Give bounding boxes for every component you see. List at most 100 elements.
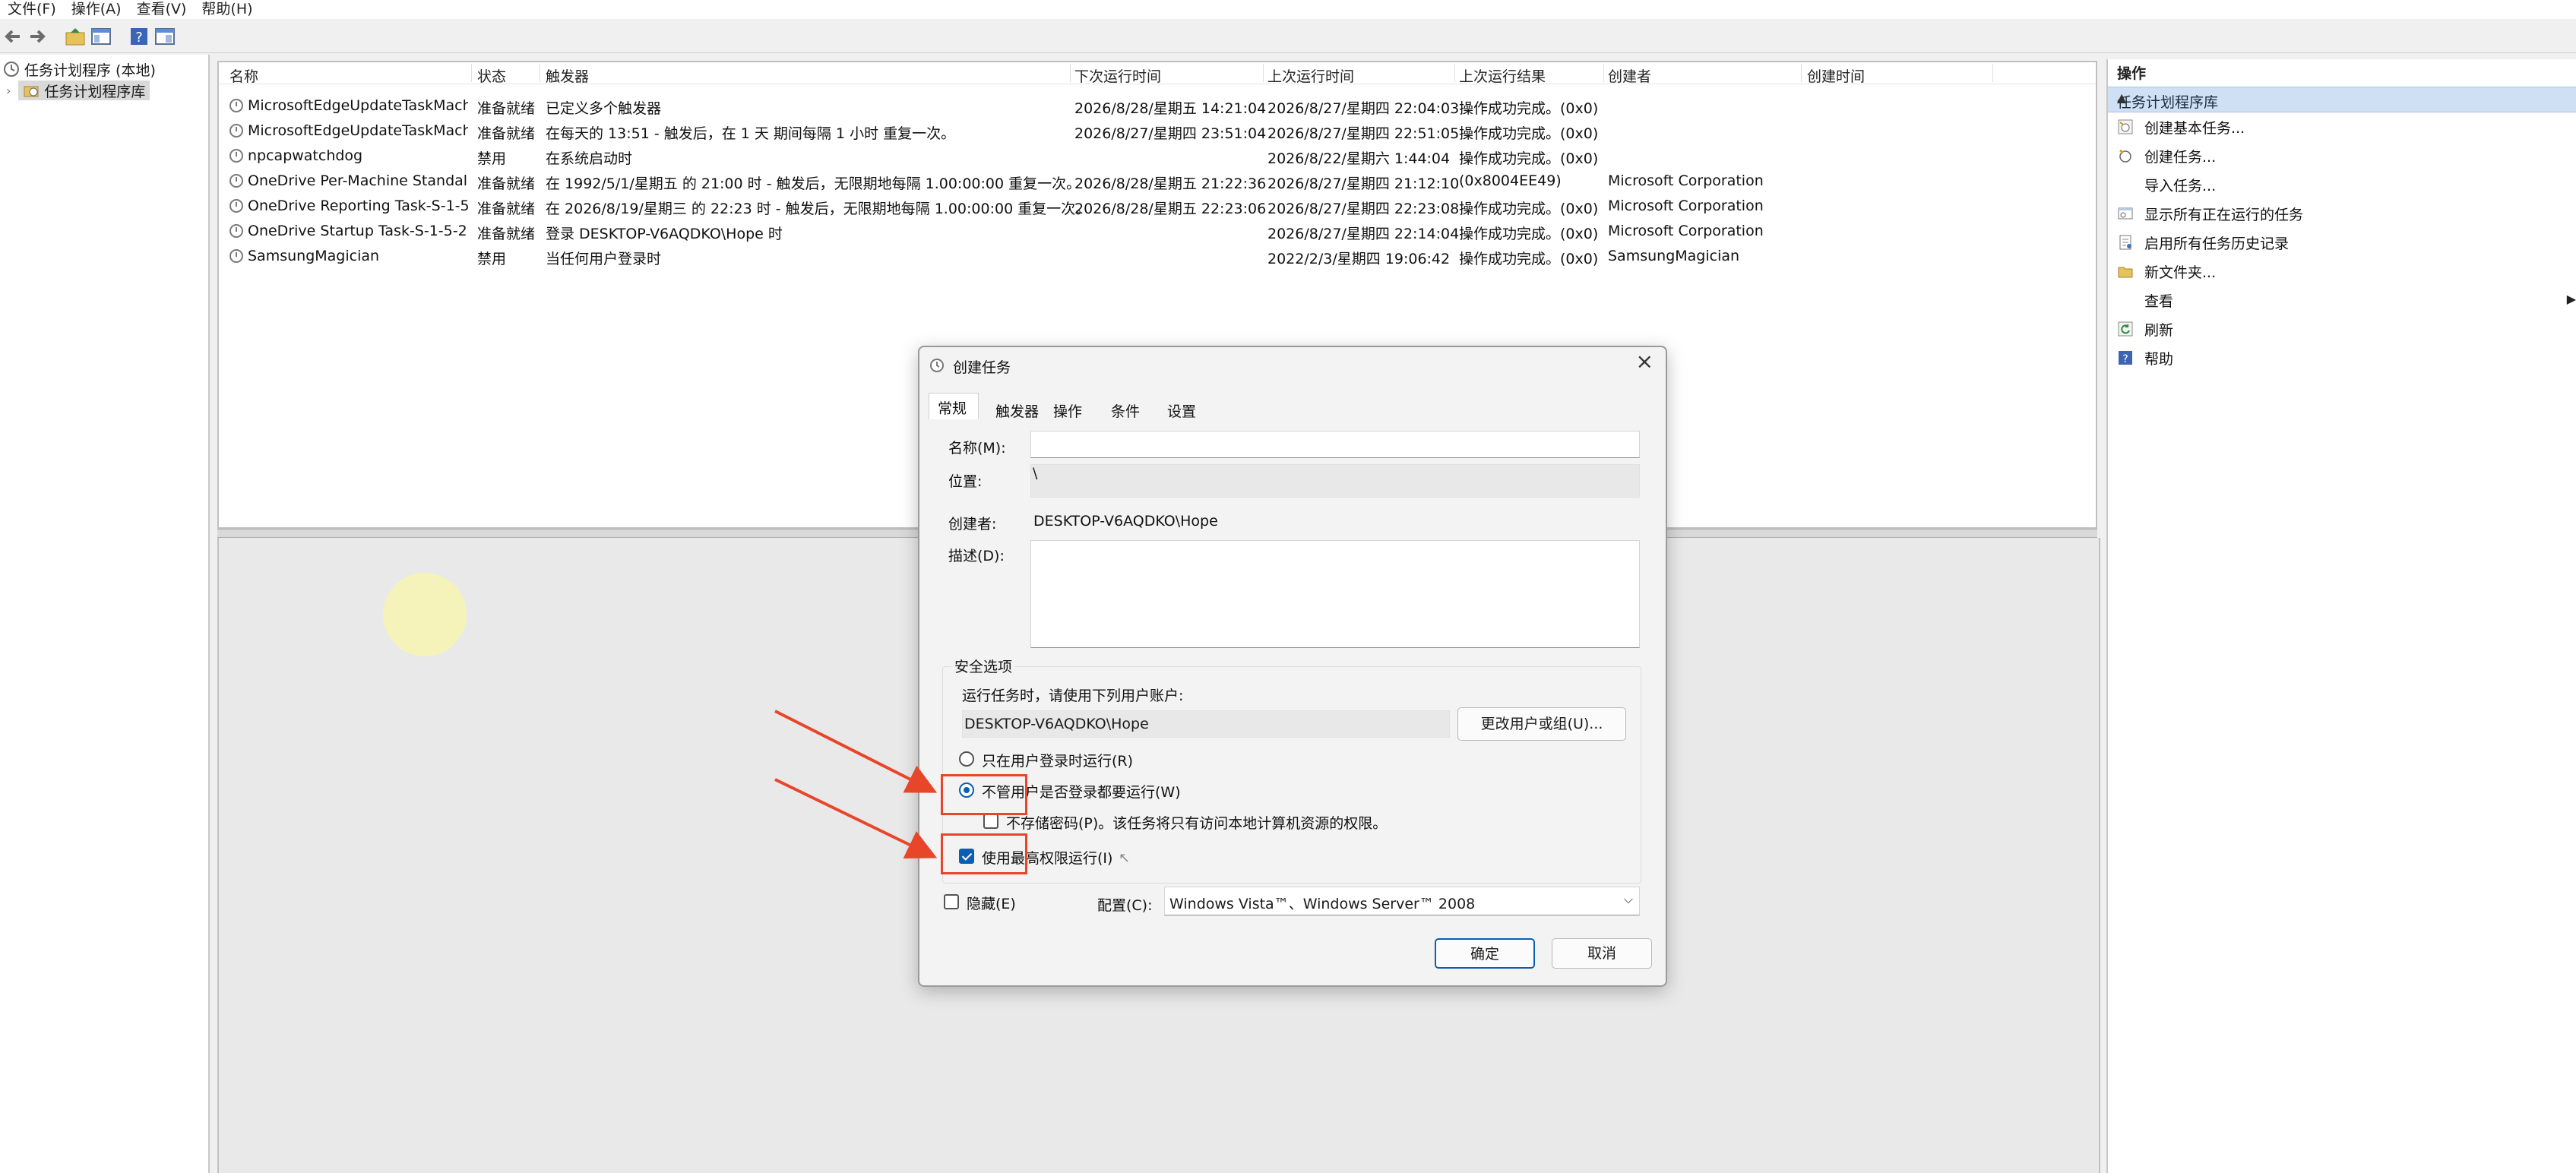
table-row[interactable]: MicrosoftEdgeUpdateTaskMachi... 准备就绪 已定义… — [219, 93, 2096, 118]
back-arrow-icon[interactable] — [2, 25, 24, 48]
task-author: Microsoft Corporation — [1608, 198, 1764, 214]
column-name[interactable]: 名称 — [229, 65, 258, 86]
close-icon[interactable]: × — [1636, 350, 1654, 373]
checkbox-hidden[interactable] — [944, 894, 959, 909]
radio-run-only-logged-on[interactable] — [959, 751, 974, 767]
task-clock-icon — [229, 124, 243, 138]
location-value: \ — [1033, 465, 1038, 482]
task-status: 准备就绪 — [477, 226, 536, 242]
task-trigger: 已定义多个触发器 — [546, 100, 662, 117]
description-input[interactable] — [1030, 540, 1640, 648]
create-task-dialog: 创建任务 × 常规 触发器 操作 条件 设置 名称(M): 位置: \ 创建者:… — [918, 346, 1667, 987]
action-label: 帮助 — [2144, 350, 2174, 368]
task-next-run: 2026/8/27/星期四 23:51:04 — [1074, 125, 1267, 142]
tab-actions[interactable]: 操作 — [1053, 400, 1082, 421]
forward-arrow-icon[interactable] — [26, 25, 49, 48]
action-show-running[interactable]: 显示所有正在运行的任务 — [2117, 202, 2303, 225]
collapse-up-icon[interactable]: ▲ — [2117, 90, 2573, 105]
author-value: DESKTOP-V6AQDKO\Hope — [1033, 513, 1218, 530]
task-last-run: 2022/2/3/星期四 19:06:42 — [1267, 251, 1451, 267]
task-clock-icon — [229, 149, 243, 163]
properties-icon[interactable] — [153, 25, 176, 48]
tree-item-local[interactable]: 任务计划程序 (本地) — [3, 59, 156, 79]
table-row[interactable]: OneDrive Reporting Task-S-1-5... 准备就绪 在 … — [219, 193, 2096, 218]
task-last-run: 2026/8/27/星期四 22:14:04 — [1267, 226, 1460, 242]
table-row[interactable]: MicrosoftEdgeUpdateTaskMachi... 准备就绪 在每天… — [219, 118, 2096, 143]
tab-general[interactable]: 常规 — [938, 397, 967, 418]
change-user-button[interactable]: 更改用户或组(U)... — [1457, 707, 1626, 741]
dialog-title: 创建任务 — [953, 359, 1011, 376]
name-input[interactable] — [1030, 431, 1640, 458]
config-select[interactable]: Windows Vista™、Windows Server™ 2008 ⌵ — [1164, 887, 1640, 915]
menu-view[interactable]: 查看(V) — [129, 0, 195, 19]
description-label: 描述(D): — [948, 548, 1005, 564]
action-create-basic-task[interactable]: 创建基本任务... — [2117, 115, 2245, 138]
menu-action[interactable]: 操作(A) — [64, 0, 129, 19]
task-trigger: 在每天的 13:51 - 触发后，在 1 天 期间每隔 1 小时 重复一次。 — [546, 125, 956, 142]
column-created[interactable]: 创建时间 — [1807, 65, 1865, 86]
column-trigger[interactable]: 触发器 — [546, 65, 589, 86]
action-label: 导入任务... — [2144, 177, 2217, 194]
actions-title: 操作 — [2117, 65, 2147, 82]
task-status: 准备就绪 — [477, 175, 536, 192]
cancel-button[interactable]: 取消 — [1552, 938, 1652, 969]
action-refresh[interactable]: 刷新 — [2117, 318, 2173, 340]
action-help[interactable]: ? 帮助 — [2117, 346, 2173, 369]
task-next-run: 2026/8/28/星期五 14:21:04 — [1074, 100, 1267, 117]
column-next-run[interactable]: 下次运行时间 — [1074, 65, 1161, 86]
task-last-result: 操作成功完成。(0x0) — [1459, 201, 1599, 217]
location-field: \ — [1030, 464, 1640, 498]
task-name: OneDrive Startup Task-S-1-5-2... — [248, 223, 468, 239]
task-name: OneDrive Per-Machine Standalo... — [248, 172, 468, 189]
run-as-label: 运行任务时，请使用下列用户账户: — [962, 688, 1184, 704]
ok-button[interactable]: 确定 — [1435, 938, 1535, 969]
task-last-run: 2026/8/27/星期四 22:51:05 — [1267, 125, 1460, 142]
mouse-cursor-icon: ↖ — [1119, 850, 1131, 866]
table-row[interactable]: SamsungMagician 禁用 当任何用户登录时 2022/2/3/星期四… — [219, 243, 2096, 268]
task-name: MicrosoftEdgeUpdateTaskMachi... — [248, 122, 468, 139]
action-view[interactable]: 查看 — [2144, 289, 2173, 311]
checkbox-do-not-store-password[interactable] — [983, 814, 998, 829]
task-clock-icon — [229, 174, 243, 188]
action-enable-history[interactable]: 启用所有任务历史记录 — [2117, 231, 2289, 254]
actions-section-header[interactable]: 任务计划程序库 ▲ — [2108, 87, 2576, 112]
task-trigger: 当任何用户登录时 — [546, 251, 662, 267]
task-trigger: 登录 DESKTOP-V6AQDKO\Hope 时 — [546, 226, 783, 242]
refresh-icon — [2118, 321, 2133, 337]
menu-file[interactable]: 文件(F) — [0, 0, 64, 19]
table-row[interactable]: OneDrive Per-Machine Standalo... 准备就绪 在 … — [219, 168, 2096, 193]
name-label: 名称(M): — [948, 440, 1006, 457]
tab-settings[interactable]: 设置 — [1167, 400, 1196, 421]
help-icon: ? — [2119, 351, 2132, 365]
task-next-run: 2026/8/28/星期五 21:22:36 — [1074, 175, 1267, 192]
tree-item-library[interactable]: › 任务计划程序库 — [6, 81, 150, 100]
action-new-folder[interactable]: 新文件夹... — [2117, 260, 2216, 283]
help-icon[interactable]: ? — [128, 25, 150, 48]
running-tasks-icon — [2118, 207, 2133, 220]
task-status: 准备就绪 — [477, 201, 536, 217]
column-status[interactable]: 状态 — [477, 65, 506, 86]
chevron-right-icon[interactable]: › — [6, 84, 11, 98]
task-author: Microsoft Corporation — [1608, 223, 1764, 239]
action-create-task[interactable]: 创建任务... — [2117, 144, 2216, 167]
annotation-box-run-whether — [941, 774, 1027, 815]
column-last-run[interactable]: 上次运行时间 — [1267, 65, 1354, 86]
show-hide-console-icon[interactable] — [90, 25, 112, 48]
tab-triggers[interactable]: 触发器 — [995, 400, 1039, 421]
action-import-task[interactable]: 导入任务... — [2144, 173, 2216, 196]
table-row[interactable]: npcapwatchdog 禁用 在系统启动时 2026/8/22/星期六 1:… — [219, 143, 2096, 168]
svg-text:?: ? — [135, 30, 143, 46]
up-folder-icon[interactable] — [64, 25, 87, 48]
tab-conditions[interactable]: 条件 — [1111, 400, 1140, 421]
column-last-result[interactable]: 上次运行结果 — [1459, 65, 1546, 86]
task-status: 禁用 — [477, 150, 507, 167]
column-author[interactable]: 创建者 — [1608, 65, 1651, 86]
config-label: 配置(C): — [1097, 897, 1153, 914]
chevron-down-icon: ⌵ — [1623, 892, 1633, 906]
menu-help[interactable]: 帮助(H) — [194, 0, 260, 19]
annotation-box-highest-priv — [941, 833, 1027, 874]
svg-text:?: ? — [2122, 353, 2128, 365]
task-status: 准备就绪 — [477, 100, 536, 117]
tree-library-selected: 任务计划程序库 — [18, 81, 150, 100]
table-row[interactable]: OneDrive Startup Task-S-1-5-2... 准备就绪 登录… — [219, 218, 2096, 243]
